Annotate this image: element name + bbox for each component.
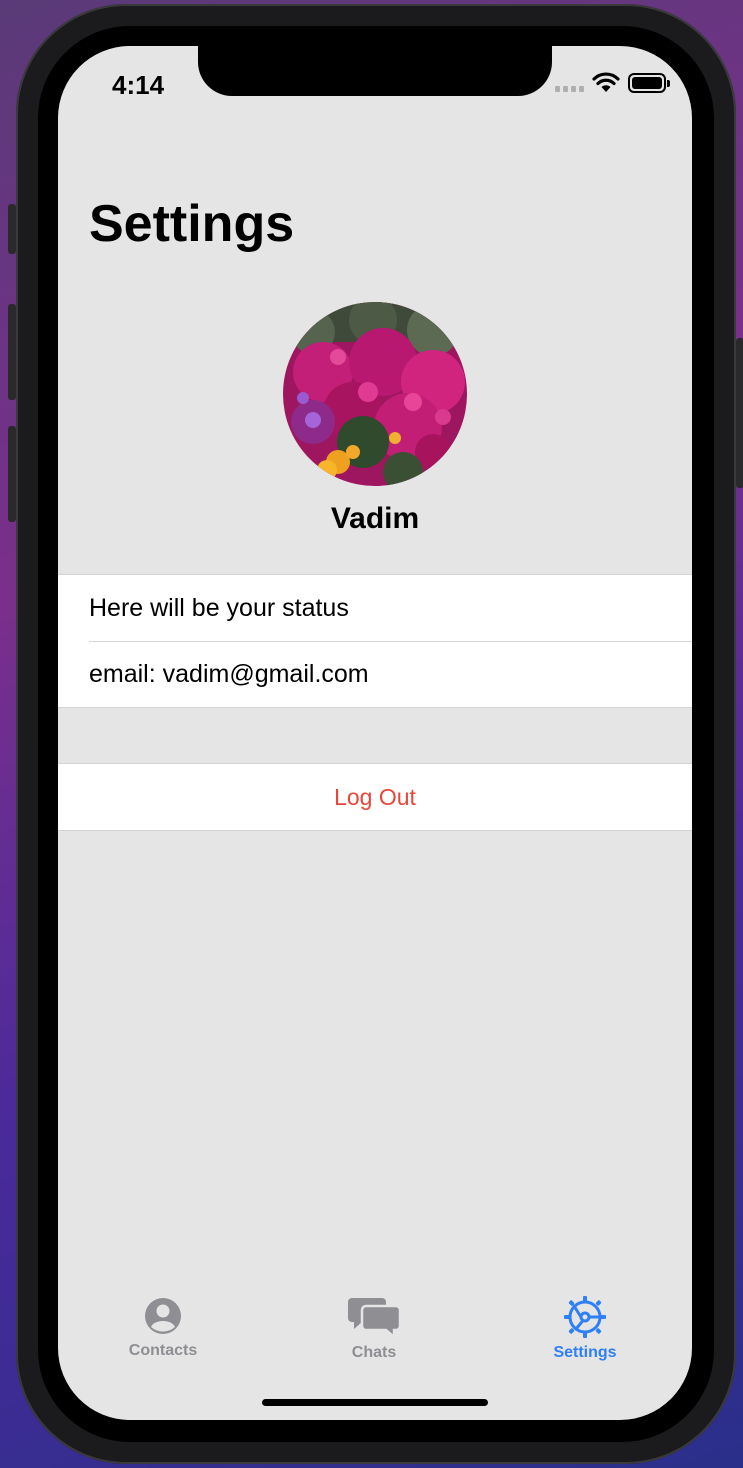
silent-switch [8, 204, 16, 254]
avatar-flower-image [283, 302, 467, 486]
person-circle-icon [145, 1298, 181, 1334]
battery-icon [628, 73, 670, 93]
status-time: 4:14 [112, 70, 165, 100]
app-screen: 4:14 Settings Vadim Here will be your st… [58, 46, 692, 1420]
tab-contacts[interactable]: Contacts [98, 1296, 228, 1360]
tab-chats[interactable]: Chats [309, 1296, 439, 1362]
profile-name: Vadim [330, 502, 420, 535]
logout-section: Log Out [58, 763, 692, 831]
info-section: Here will be your status email: vadim@gm… [58, 574, 692, 708]
tab-chats-label: Chats [351, 1344, 397, 1361]
home-indicator[interactable] [262, 1399, 488, 1406]
gear-icon [564, 1296, 606, 1338]
email-row[interactable]: email: vadim@gmail.com [58, 641, 692, 707]
chat-bubbles-icon [348, 1298, 400, 1338]
tab-bar: Contacts Chats Settings [58, 1296, 692, 1376]
power-button [736, 338, 743, 488]
tab-settings[interactable]: Settings [520, 1296, 650, 1362]
email-text: email: vadim@gmail.com [89, 659, 369, 688]
tab-contacts-label: Contacts [128, 1342, 198, 1359]
page-title: Settings [89, 195, 295, 253]
status-icons [555, 72, 670, 94]
volume-down-button [8, 426, 16, 522]
volume-up-button [8, 304, 16, 400]
avatar[interactable] [283, 302, 467, 486]
status-row[interactable]: Here will be your status [58, 575, 692, 641]
wifi-icon [592, 72, 620, 92]
notch [198, 46, 552, 96]
status-text: Here will be your status [89, 593, 349, 622]
tab-settings-label: Settings [553, 1344, 617, 1361]
logout-button[interactable]: Log Out [58, 764, 692, 830]
cellular-signal-icon [555, 74, 584, 92]
logout-label: Log Out [334, 783, 416, 810]
